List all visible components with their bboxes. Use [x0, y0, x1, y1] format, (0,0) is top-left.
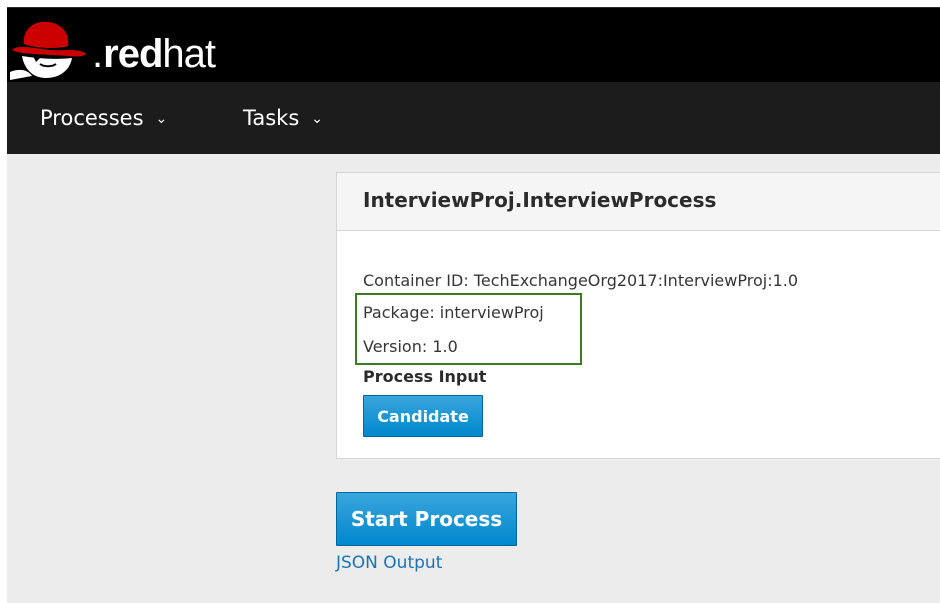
version-text: Version: 1.0 — [363, 337, 458, 356]
nav-processes-label: Processes — [40, 106, 144, 130]
chevron-down-icon: ⌄ — [155, 111, 168, 127]
nav-tasks-dropdown[interactable]: Tasks ⌄ — [243, 82, 323, 154]
wordmark-hat: hat — [162, 32, 216, 76]
start-process-button[interactable]: Start Process — [336, 492, 517, 546]
redhat-wordmark: .redhat — [92, 32, 216, 77]
candidate-button[interactable]: Candidate — [363, 395, 483, 437]
package-text: Package: interviewProj — [363, 303, 544, 322]
wordmark-dot: . — [92, 32, 103, 76]
json-output-link[interactable]: JSON Output — [336, 553, 442, 573]
process-input-label: Process Input — [363, 367, 487, 386]
app-window: .redhat Processes ⌄ Tasks ⌄ InterviewPro… — [7, 7, 940, 603]
redhat-logo[interactable]: .redhat — [10, 18, 240, 80]
redhat-shadowman-icon — [10, 21, 86, 80]
container-id-text: Container ID: TechExchangeOrg2017:Interv… — [363, 271, 799, 290]
wordmark-red: red — [103, 32, 163, 76]
main-navbar: Processes ⌄ Tasks ⌄ — [7, 82, 940, 154]
process-definition-card: InterviewProj.InterviewProcess Container… — [336, 172, 940, 459]
brand-header: .redhat — [7, 7, 940, 83]
nav-processes-dropdown[interactable]: Processes ⌄ — [40, 82, 167, 154]
card-header: InterviewProj.InterviewProcess — [337, 173, 940, 231]
nav-tasks-label: Tasks — [243, 106, 300, 130]
process-title: InterviewProj.InterviewProcess — [363, 188, 717, 212]
chevron-down-icon: ⌄ — [311, 111, 323, 127]
